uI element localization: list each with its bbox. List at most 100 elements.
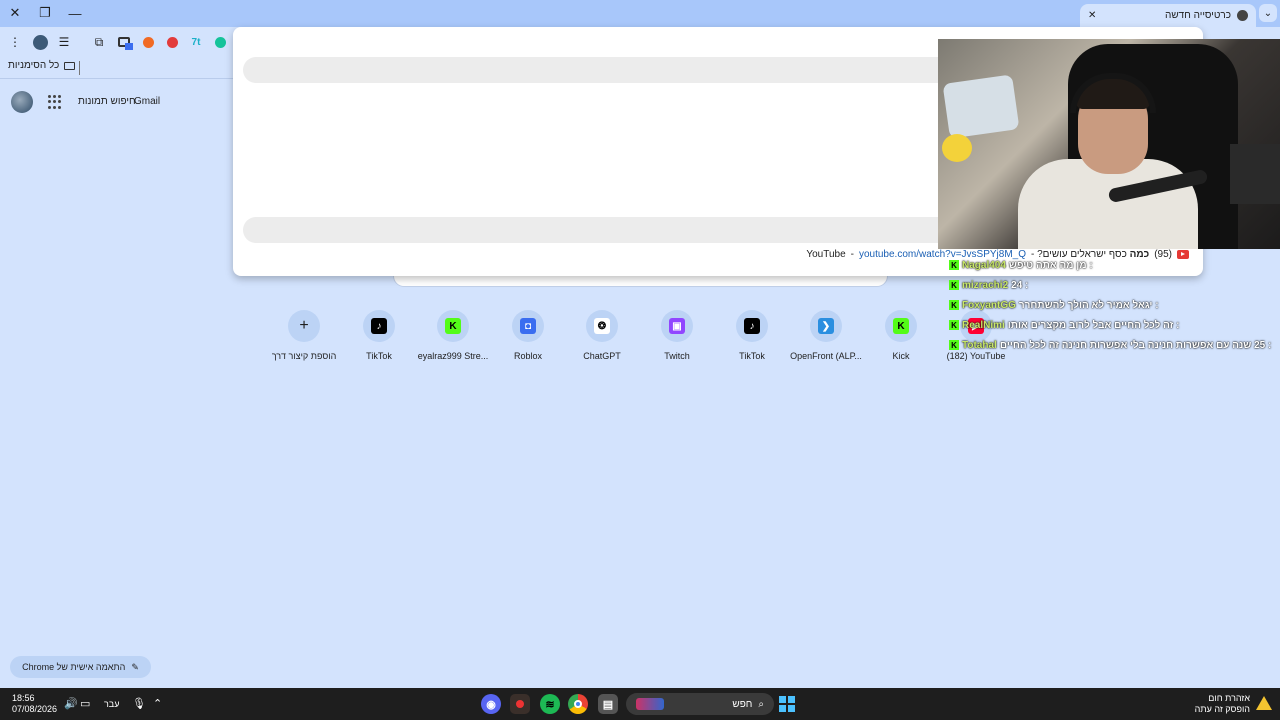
tiktok-icon: ♪ [371,318,387,334]
extension-translate-icon[interactable]: 7t [187,33,205,51]
chrome-icon [1237,10,1248,21]
webcam-toy [942,134,972,162]
folder-icon [64,61,76,70]
omnibox-input-placeholder[interactable] [243,57,953,83]
shortcut-icon-circle: ▣ [661,310,693,342]
google-apps-icon[interactable] [48,95,62,109]
tab-new-tab[interactable]: כרטיסייה חדשה ✕ [1080,4,1256,27]
shortcut-label: Twitch [664,351,690,361]
weather-widget[interactable]: אזהרת חום הופסק זה עתה [1195,693,1250,715]
suggestion-dash: - [850,249,854,260]
ntp-search-box[interactable] [393,276,888,287]
shortcut-tile[interactable]: Keyalraz999 Stre... [413,310,493,361]
chrome-menu-button[interactable]: ⋮ [6,33,24,51]
kick-badge-icon: K [949,260,959,270]
suggestion-skeleton [243,217,953,243]
account-avatar[interactable] [11,91,33,113]
grammarly-icon[interactable] [211,33,229,51]
stream-chat-overlay: K Nagal404: מן מה אתה טיפש Kmizrachi2: 24 K… [949,255,1280,355]
taskbar-search[interactable]: ⌕ חפש [626,693,774,715]
shortcut-label: OpenFront (ALP... [790,351,862,361]
shortcut-label: TikTok [739,351,765,361]
shortcut-tile[interactable]: ❂ ChatGPT [562,310,642,361]
volume-icon[interactable]: 🔊 [64,697,78,710]
start-button[interactable] [779,696,795,712]
shortcut-label: TikTok [366,351,392,361]
all-bookmarks-button[interactable]: כל הסימניות [8,60,76,71]
window-close-button[interactable]: ✕ [4,3,26,23]
chat-message: K Totahal: 25 שנה עם אפשרות חנינה בלי אפש… [949,335,1280,355]
task-view-icon[interactable]: ▤ [598,694,618,714]
microphone-icon[interactable]: 🎙 [132,697,146,710]
network-icon[interactable]: ▭ [80,697,90,710]
shortcut-tile[interactable]: K Kick [861,310,941,361]
spotify-icon[interactable]: ≋ [540,694,560,714]
extension-red-icon[interactable] [163,33,181,51]
shortcut-icon-circle: ❯ [810,310,842,342]
tiktok-icon: ♪ [744,318,760,334]
chat-text: : יגאל אמיר לא הולך להשתחרר [1018,299,1159,311]
shortcut-icon-circle: ♪ [363,310,395,342]
roblox-icon: ◘ [520,318,536,334]
shortcut-label: Roblox [513,351,542,361]
bookmarks-divider [79,61,80,75]
tab-title: כרטיסייה חדשה [1165,10,1231,21]
chat-username: Nagal404 [962,259,1006,271]
shortcut-label: Kick [892,351,910,361]
window-restore-button[interactable]: ❐ [34,3,56,23]
shortcut-tile[interactable]: ❯ OpenFront (ALP... [786,310,866,361]
shortcut-tile[interactable]: ♪ TikTok [339,310,419,361]
search-label: חפש [732,698,753,710]
chat-message: Kmizrachi2: 24 [949,275,1280,295]
clock-date: 07/08/2026 [12,704,58,714]
search-highlight-icon [636,698,664,710]
twitch-icon: ▣ [669,318,685,334]
shortcut-tile[interactable]: ▣ Twitch [637,310,717,361]
taskbar-clock[interactable]: 18:56 07/08/2026 [12,693,57,715]
webcam-overlay [938,39,1280,249]
suggestion-source: YouTube [806,249,846,260]
chat-username: FoxyantGG [962,299,1016,311]
chat-username: mizrachi2 [962,279,1009,291]
tray-overflow-icon[interactable]: ⌃ [153,697,162,710]
pencil-icon: ✎ [131,661,139,672]
profile-icon[interactable] [31,33,49,51]
shortcut-label: הוספת קיצור דרך [271,351,337,361]
shortcut-tile[interactable]: ◘ Roblox [488,310,568,361]
app-icon[interactable] [510,694,530,714]
chat-text: : זה לכל החיים אבל לרוב מקצרים אותו [1007,319,1180,331]
cast-icon[interactable] [115,33,133,51]
chat-message: K FoxyantGG: יגאל אמיר לא הולך להשתחרר [949,295,1280,315]
tab-search-button[interactable]: ⌄ [1259,4,1277,22]
window-minimize-button[interactable]: — [64,3,86,23]
shortcut-icon-circle: ❂ [586,310,618,342]
kick-icon: K [893,318,909,334]
chat-username: Totahal [962,339,997,351]
gmail-link[interactable]: Gmail [134,96,160,107]
extensions-icon[interactable]: ⧉ [90,33,108,51]
shortcut-tile[interactable]: ♪ TikTok [712,310,792,361]
kick-icon: K [445,318,461,334]
reading-list-icon[interactable]: ☰ [55,33,73,51]
shortcut-icon-circle: ♪ [736,310,768,342]
search-icon: ⌕ [758,698,764,710]
clock-time: 18:56 [12,693,35,703]
customize-label: התאמה אישית של Chrome [22,662,126,672]
openfront-icon: ❯ [818,318,834,334]
webcam-background-object [942,74,1020,139]
close-tab-icon[interactable]: ✕ [1088,10,1096,21]
extension-orange-icon[interactable] [139,33,157,51]
discord-icon[interactable]: ◉ [481,694,501,714]
weather-title: אזהרת חום [1208,693,1250,703]
chat-message: K Nagal404: מן מה אתה טיפש [949,255,1280,275]
chrome-taskbar-icon[interactable] [568,694,588,714]
images-link[interactable]: חיפוש תמונות [78,96,136,107]
chatgpt-icon: ❂ [594,318,610,334]
chat-text: : 24 [1011,279,1029,291]
language-indicator[interactable]: עבר [104,699,119,709]
weather-subtitle: הופסק זה עתה [1194,704,1250,714]
kick-badge-icon: K [949,280,959,290]
customize-chrome-button[interactable]: ✎ התאמה אישית של Chrome [10,656,151,678]
plus-icon: + [299,317,309,334]
shortcut-tile[interactable]: + הוספת קיצור דרך [264,310,344,361]
